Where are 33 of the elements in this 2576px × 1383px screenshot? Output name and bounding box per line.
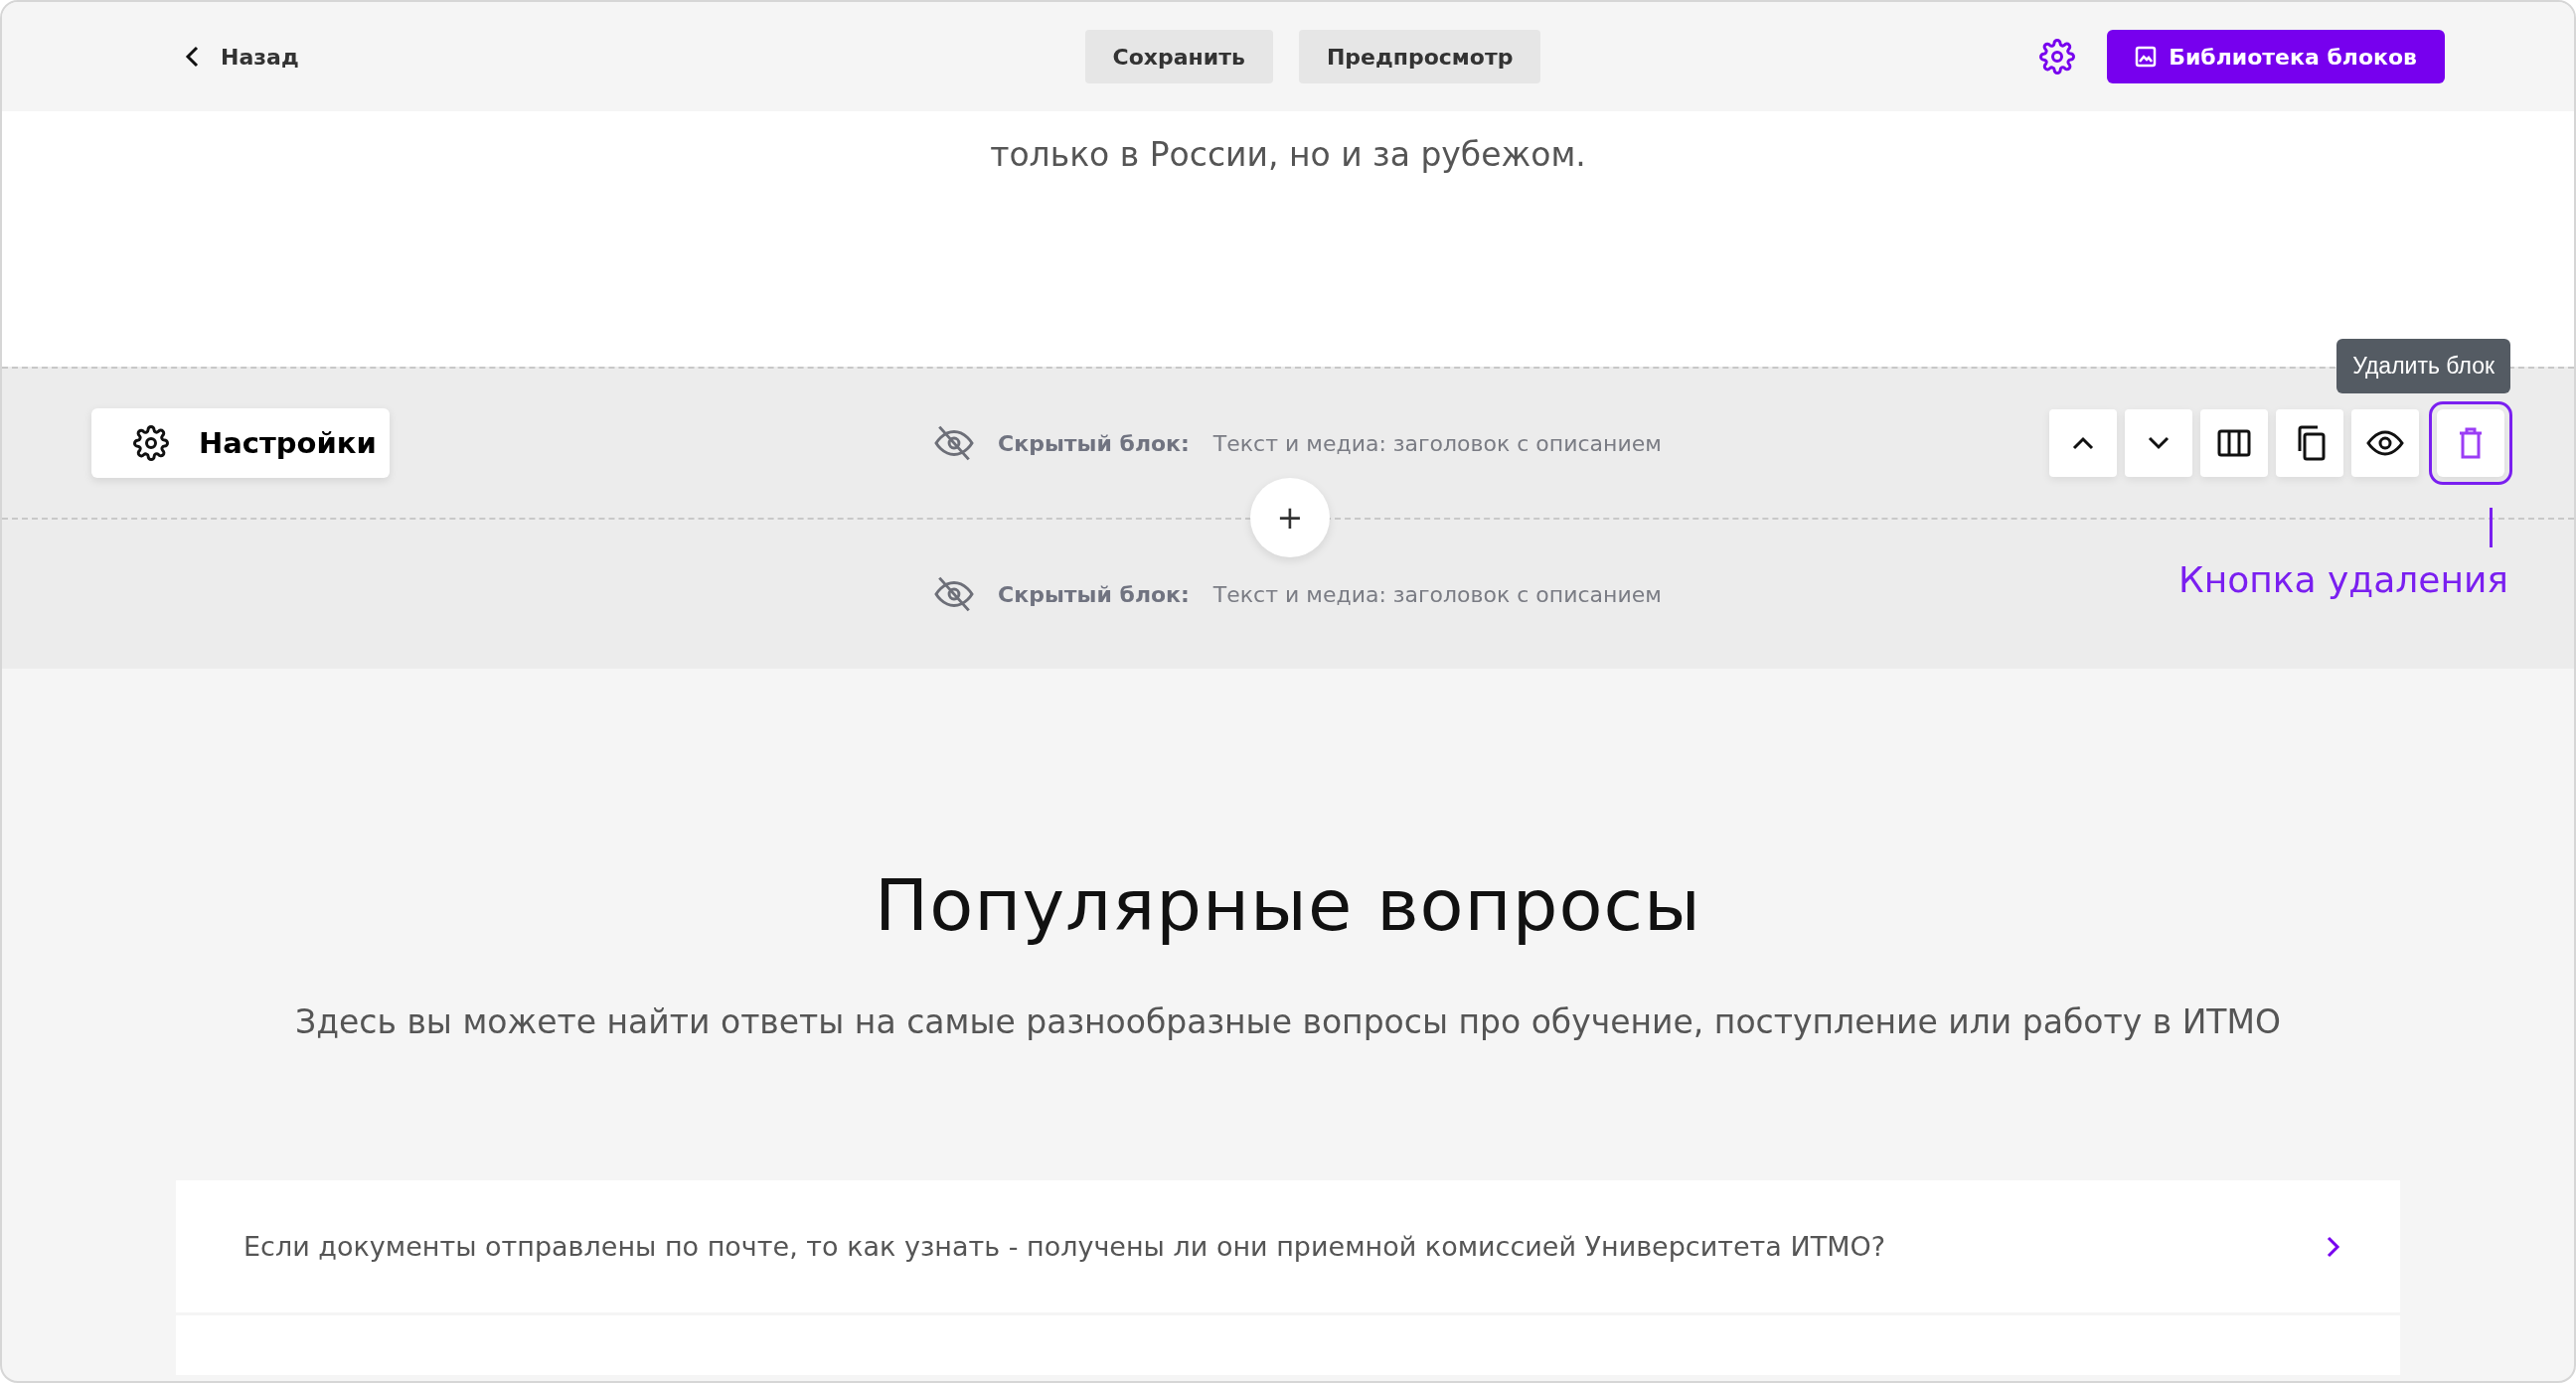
columns-icon <box>2217 429 2251 457</box>
hidden-block-label: Скрытый блок: <box>998 581 1190 607</box>
intro-text: только в России, но и за рубежом. <box>990 135 1586 176</box>
annotation-label: Кнопка удаления <box>2178 559 2508 600</box>
chevron-up-icon <box>2072 436 2094 450</box>
chevron-down-icon <box>2148 436 2170 450</box>
block-library-button[interactable]: Библиотека блоков <box>2107 30 2445 83</box>
eye-off-icon <box>934 576 975 612</box>
tooltip: Удалить блок <box>2336 339 2510 393</box>
hidden-block-name: Текст и медиа: заголовок с описанием <box>1212 430 1662 456</box>
add-block-button[interactable]: + <box>1250 478 1330 557</box>
section-title: Популярные вопросы <box>875 863 1701 947</box>
save-button[interactable]: Сохранить <box>1084 30 1273 83</box>
columns-button[interactable] <box>2200 409 2268 477</box>
image-icon <box>2135 46 2158 68</box>
visibility-button[interactable] <box>2351 409 2419 477</box>
gear-icon <box>133 425 169 461</box>
settings-icon <box>2039 39 2076 75</box>
back-link[interactable]: Назад <box>181 40 303 74</box>
question-text: Если документы отправлены по почте, то как узнать - получены ли они приемной комиссией Университета ИТМО? <box>243 1231 1885 1262</box>
faq-item[interactable]: Если документы отправлены по почте, то как узнать - получены ли они приемной комиссией Университета ИТМО? <box>176 1180 2400 1312</box>
chevron-left-icon <box>185 46 199 68</box>
section-subtitle: Здесь вы можете найти ответы на самые разнообразные вопросы про обучение, поступление или работу в ИТМО <box>295 1002 2281 1041</box>
eye-icon <box>2366 430 2404 456</box>
copy-button[interactable] <box>2276 409 2343 477</box>
eye-off-icon <box>934 425 975 461</box>
hidden-block-label: Скрытый блок: <box>998 430 1190 456</box>
leader-line <box>2490 508 2493 547</box>
settings-button[interactable]: Настройки <box>91 408 390 478</box>
hidden-block-name: Текст и медиа: заголовок с описанием <box>1212 581 1662 607</box>
trash-icon <box>2459 427 2483 459</box>
preview-button[interactable]: Предпросмотр <box>1298 30 1541 83</box>
chevron-right-icon <box>2327 1235 2340 1258</box>
